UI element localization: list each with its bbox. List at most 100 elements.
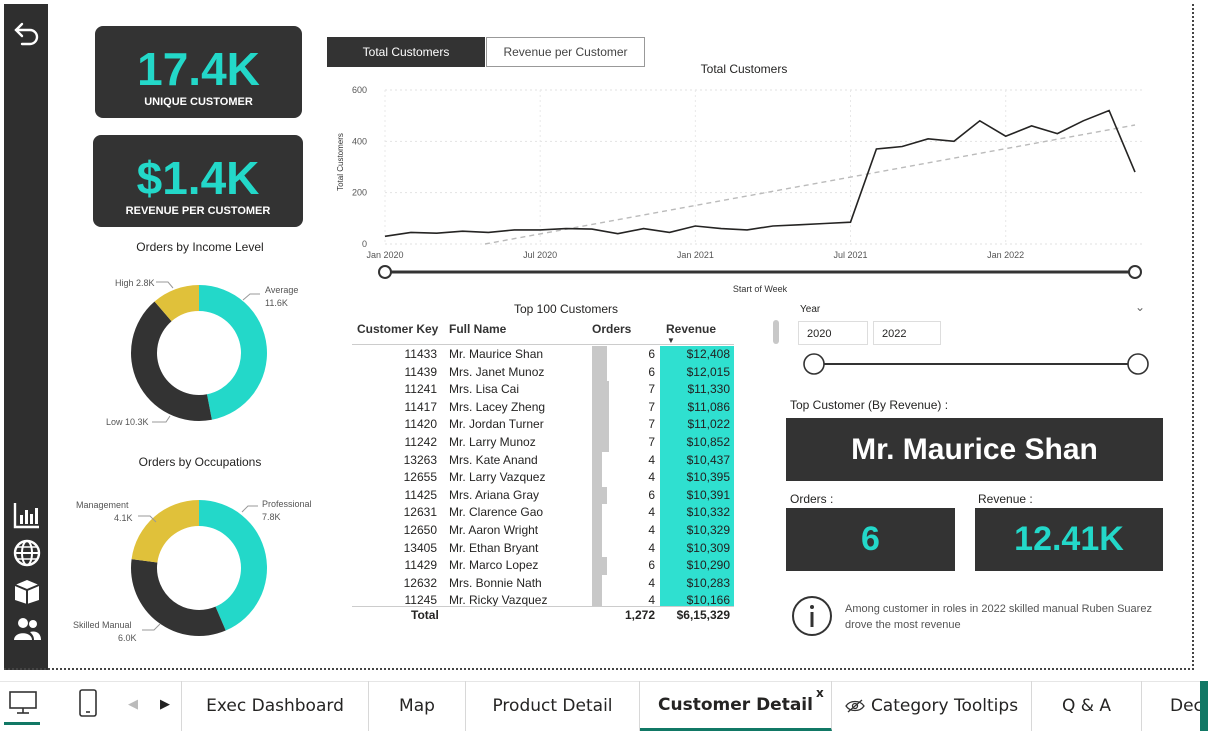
income-donut-chart[interactable]: High 2.8K Average 11.6K Low 10.3K: [60, 260, 340, 450]
table-row[interactable]: 11439 Mrs. Janet Munoz 6 $12,015: [352, 363, 734, 382]
table-row[interactable]: 11245 Mr. Ricky Vazquez 4 $10,166: [352, 592, 734, 606]
cell-full-name: Mr. Maurice Shan: [449, 347, 544, 361]
table-row[interactable]: 13263 Mrs. Kate Anand 4 $10,437: [352, 451, 734, 470]
table-row[interactable]: 11429 Mr. Marco Lopez 6 $10,290: [352, 557, 734, 575]
nav-prev-icon[interactable]: ◀: [128, 697, 138, 712]
header-customer-key[interactable]: Customer Key: [357, 322, 438, 336]
table-row[interactable]: 12655 Mr. Larry Vazquez 4 $10,395: [352, 469, 734, 487]
table-row[interactable]: 11242 Mr. Larry Munoz 7 $10,852: [352, 434, 734, 452]
x-tick-label: Jul 2020: [523, 250, 557, 260]
occupation-label-professional-name: Professional: [262, 499, 312, 509]
cell-full-name: Mr. Marco Lopez: [449, 558, 539, 573]
cell-full-name: Mr. Jordan Turner: [449, 417, 544, 432]
date-range-slider-start-handle[interactable]: [378, 265, 392, 279]
chevron-down-icon[interactable]: ⌄: [1135, 300, 1145, 314]
header-revenue[interactable]: Revenue: [666, 322, 716, 336]
top-customer-orders-label: Orders :: [790, 492, 834, 506]
desktop-icon[interactable]: [8, 690, 38, 718]
line-chart-xlabel: Start of Week: [733, 284, 788, 294]
close-tab-icon[interactable]: x: [816, 686, 824, 700]
occupation-donut-chart[interactable]: Management 4.1K Professional 7.8K Skille…: [60, 490, 340, 650]
table-row[interactable]: 12631 Mr. Clarence Gao 4 $10,332: [352, 504, 734, 522]
x-tick-label: Jan 2022: [987, 250, 1024, 260]
cell-orders: 4: [648, 470, 655, 485]
tab-total-customers-button[interactable]: Total Customers: [327, 37, 485, 67]
nav-next-icon[interactable]: ▶: [160, 697, 170, 712]
tab-dec[interactable]: Dec: [1142, 681, 1200, 731]
cell-full-name: Mrs. Bonnie Nath: [449, 575, 542, 590]
occupation-slice-management[interactable]: [131, 500, 199, 563]
table-row[interactable]: 11420 Mr. Jordan Turner 7 $11,022: [352, 416, 734, 434]
tab-q-and-a[interactable]: Q & A: [1032, 681, 1142, 731]
occupation-label-skilled-value: 6.0K: [118, 633, 137, 643]
cell-revenue: $12,015: [686, 364, 730, 379]
cell-customer-key: 13263: [403, 452, 437, 467]
y-tick-label: 600: [352, 85, 367, 95]
tab-customer-detail[interactable]: Customer Detail: [640, 681, 832, 731]
cell-orders: 4: [648, 505, 655, 520]
cell-revenue: $11,086: [687, 399, 731, 414]
header-orders[interactable]: Orders: [592, 322, 631, 336]
top-customers-table[interactable]: Customer Key Full Name Orders Revenue ▼ …: [352, 322, 752, 627]
kpi-revenue-per-customer-value: $1.4K: [136, 152, 260, 204]
cell-customer-key: 11417: [404, 399, 437, 414]
table-scrollbar[interactable]: [773, 320, 779, 344]
table-row[interactable]: 11425 Mrs. Ariana Gray 6 $10,391: [352, 486, 734, 505]
insight-text: Among customer in roles in 2022 skilled …: [845, 603, 1152, 631]
date-range-slider-end-handle[interactable]: [1128, 265, 1142, 279]
cell-revenue: $11,330: [687, 382, 731, 397]
cell-orders: 6: [648, 364, 655, 379]
year-from-input[interactable]: 2020: [798, 321, 868, 345]
income-label-low: Low 10.3K: [106, 417, 149, 427]
table-row[interactable]: 11433 Mr. Maurice Shan 6 $12,408: [352, 346, 734, 364]
income-label-average-name: Average: [265, 285, 298, 295]
desktop-view-indicator: [4, 722, 40, 725]
table-row[interactable]: 12650 Mr. Aaron Wright 4 $10,329: [352, 522, 734, 540]
cell-revenue: $10,437: [686, 452, 730, 467]
income-slice-average[interactable]: [199, 285, 268, 420]
cell-orders: 4: [648, 575, 655, 590]
tab-bar-scroll-edge: [1200, 681, 1208, 731]
report-canvas: 17.4K UNIQUE CUSTOMER $1.4K REVENUE PER …: [0, 0, 1208, 731]
phone-icon[interactable]: [78, 688, 98, 718]
total-label: Total: [411, 608, 439, 622]
tab-map[interactable]: Map: [369, 681, 466, 731]
table-row[interactable]: 11241 Mrs. Lisa Cai 7 $11,330: [352, 381, 734, 399]
cell-orders: 7: [648, 435, 655, 449]
cell-customer-key: 11245: [404, 593, 437, 606]
cell-revenue: $10,283: [686, 575, 730, 590]
cell-revenue: $10,391: [686, 487, 730, 502]
table-row[interactable]: 11417 Mrs. Lacey Zheng 7 $11,086: [352, 398, 734, 417]
year-range-slider[interactable]: [800, 352, 1152, 378]
tab-exec-dashboard[interactable]: Exec Dashboard: [182, 681, 369, 731]
cell-full-name: Mr. Ethan Bryant: [449, 540, 539, 555]
header-full-name[interactable]: Full Name: [449, 322, 506, 336]
kpi-unique-customers-card: 17.4K UNIQUE CUSTOMER: [95, 26, 302, 118]
cell-customer-key: 11429: [404, 558, 437, 573]
cell-revenue: $10,290: [686, 558, 730, 573]
tab-revenue-per-customer-button[interactable]: Revenue per Customer: [486, 37, 645, 67]
year-slider-start-handle[interactable]: [803, 353, 825, 375]
occupation-label-skilled-name: Skilled Manual: [73, 620, 132, 630]
cell-customer-key: 12650: [403, 523, 437, 537]
total-customers-line-chart[interactable]: Total Customers 0 200 400 600 Jan 2020 Jul 2…: [330, 80, 1160, 300]
cell-full-name: Mr. Larry Vazquez: [449, 470, 546, 485]
tab-category-tooltips[interactable]: Category Tooltips: [832, 681, 1032, 731]
cell-full-name: Mr. Ricky Vazquez: [449, 593, 548, 606]
table-row[interactable]: 13405 Mr. Ethan Bryant 4 $10,309: [352, 539, 734, 558]
occupation-label-management-value: 4.1K: [114, 513, 133, 523]
x-tick-label: Jul 2021: [834, 250, 868, 260]
total-customers-series-line: [384, 109, 1136, 238]
cell-orders: 7: [648, 399, 655, 414]
tab-product-detail[interactable]: Product Detail: [466, 681, 640, 731]
cell-full-name: Mrs. Janet Munoz: [449, 364, 545, 379]
occupation-label-professional-value: 7.8K: [262, 512, 281, 522]
occupation-slice-skilled-manual[interactable]: [131, 559, 226, 636]
tab-category-tooltips-label: Category Tooltips: [870, 696, 1019, 716]
cell-orders: 4: [648, 452, 655, 467]
income-label-high: High 2.8K: [115, 278, 155, 288]
year-slider-end-handle[interactable]: [1127, 353, 1149, 375]
x-tick-label: Jan 2020: [366, 250, 403, 260]
table-row[interactable]: 12632 Mrs. Bonnie Nath 4 $10,283: [352, 574, 734, 593]
year-to-input[interactable]: 2022: [873, 321, 941, 345]
